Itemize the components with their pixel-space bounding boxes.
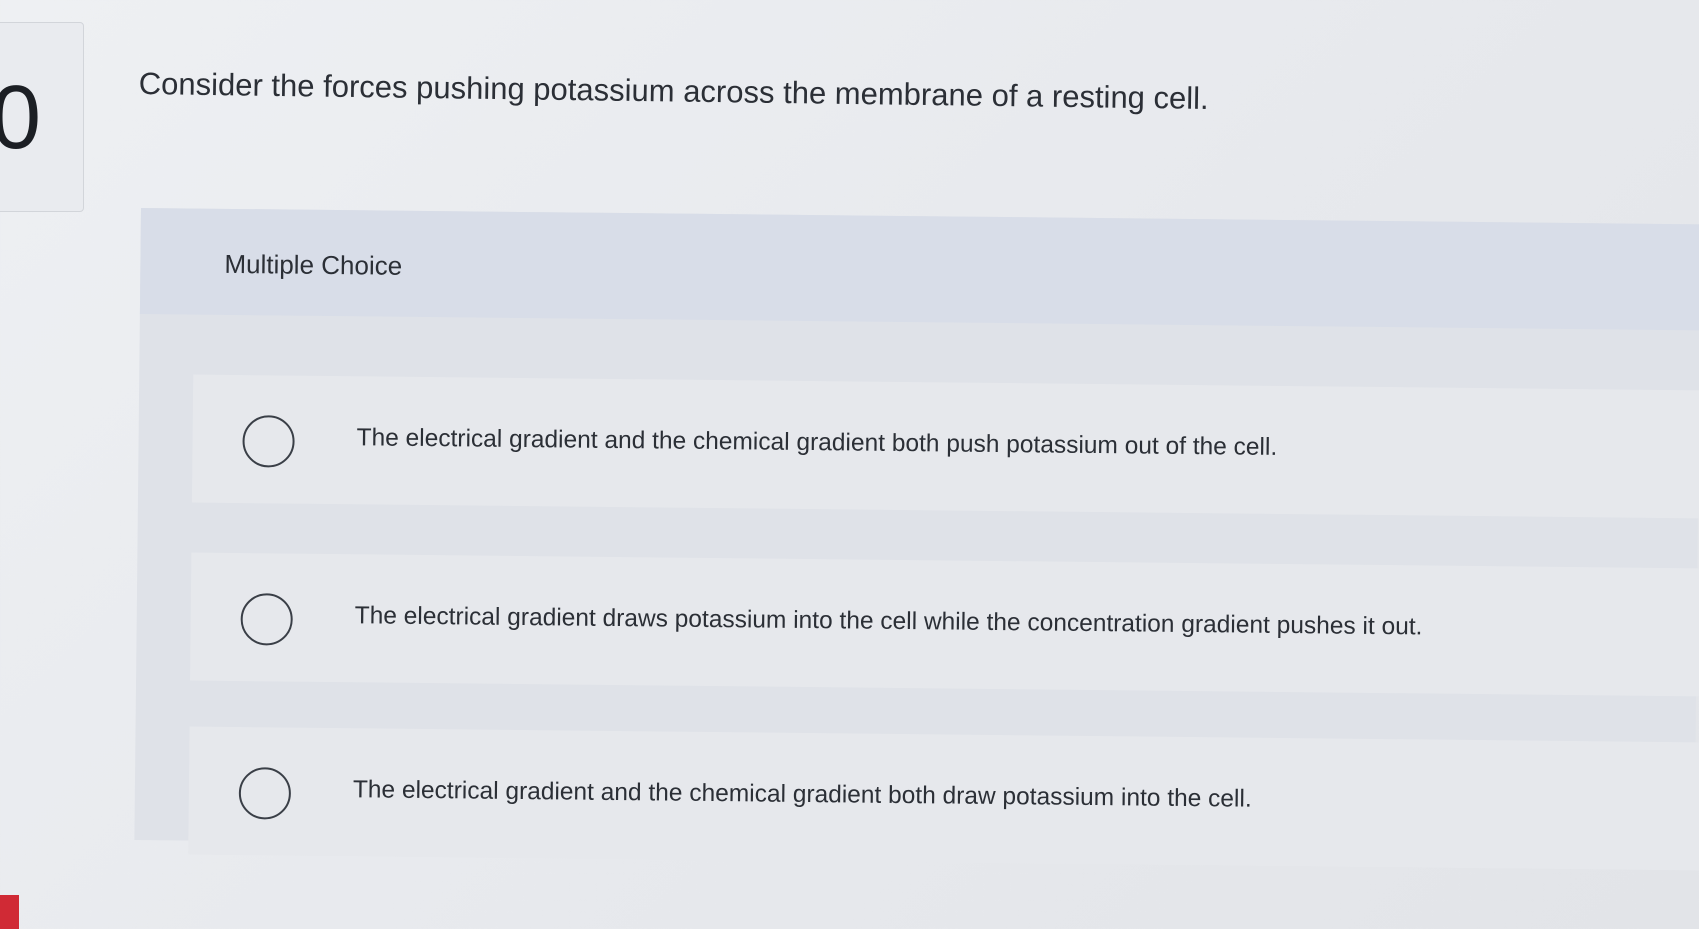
- answer-option-label[interactable]: The electrical gradient and the chemical…: [353, 776, 1252, 813]
- question-number: 0: [0, 73, 41, 163]
- multiple-choice-panel: Multiple Choice The electrical gradient …: [134, 208, 1699, 871]
- radio-button-1[interactable]: [242, 415, 295, 468]
- red-marker: [0, 895, 19, 929]
- multiple-choice-title: Multiple Choice: [224, 248, 403, 281]
- answer-option-2[interactable]: The electrical gradient draws potassium …: [190, 552, 1699, 697]
- answer-option-3[interactable]: The electrical gradient and the chemical…: [188, 726, 1699, 871]
- radio-button-2[interactable]: [240, 593, 293, 646]
- question-number-box: 0: [0, 22, 84, 212]
- answer-option-1[interactable]: The electrical gradient and the chemical…: [191, 374, 1699, 519]
- radio-button-3[interactable]: [238, 767, 292, 820]
- multiple-choice-header: Multiple Choice: [139, 208, 1699, 331]
- answer-option-label[interactable]: The electrical gradient draws potassium …: [355, 602, 1423, 641]
- answer-option-label[interactable]: The electrical gradient and the chemical…: [356, 424, 1277, 462]
- question-text: Consider the forces pushing potassium ac…: [138, 66, 1209, 116]
